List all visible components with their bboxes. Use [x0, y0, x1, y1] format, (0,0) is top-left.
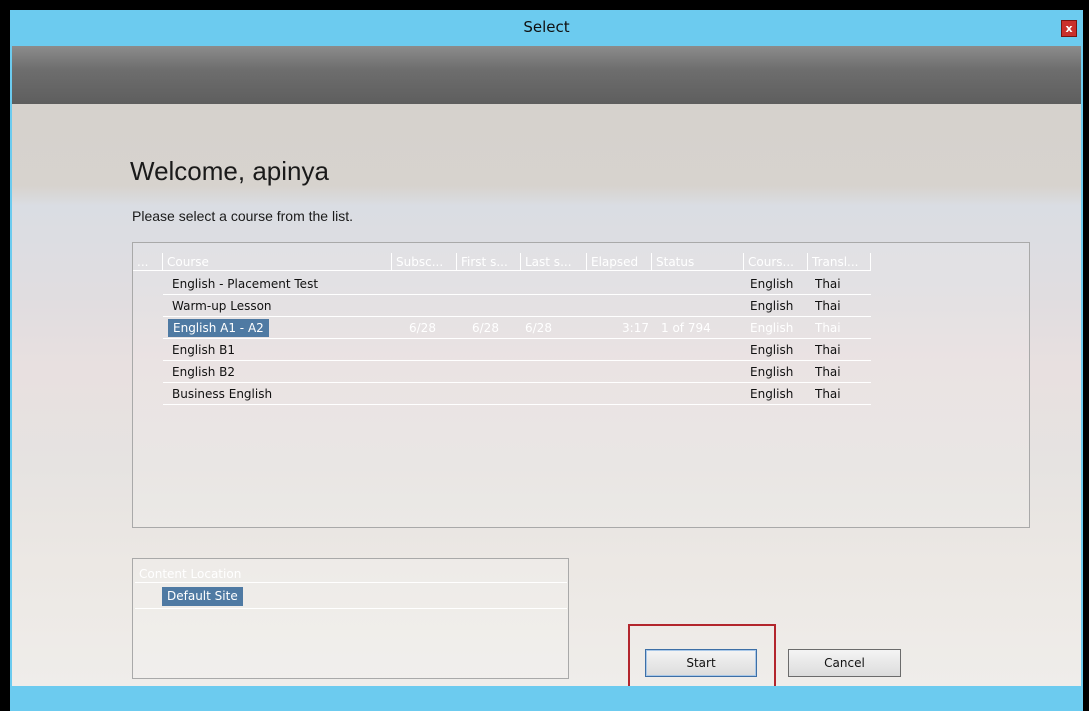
table-row[interactable]: Warm-up Lesson English Thai	[133, 296, 1029, 316]
column-header-translation[interactable]: Transl...	[808, 253, 871, 271]
course-language-cell: English	[750, 365, 794, 379]
row-divider	[163, 360, 871, 361]
window-title: Select	[523, 18, 570, 36]
last-session-cell: 6/28	[525, 321, 552, 335]
subscribed-cell: 6/28	[409, 321, 436, 335]
course-name-cell: English B1	[172, 343, 236, 357]
translation-cell: Thai	[815, 321, 841, 335]
first-session-cell: 6/28	[472, 321, 499, 335]
content-location-header: Content Location	[135, 565, 567, 583]
translation-cell: Thai	[815, 277, 841, 291]
table-row[interactable]: English B1 English Thai	[133, 340, 1029, 360]
course-language-cell: English	[750, 343, 794, 357]
start-button[interactable]: Start	[645, 649, 757, 677]
close-icon[interactable]: x	[1061, 20, 1077, 37]
course-list[interactable]: ... Course Subsc... First s... Last s...…	[132, 242, 1030, 528]
window-bottom-border	[10, 686, 1083, 711]
course-language-cell: English	[750, 387, 794, 401]
course-name-cell: Business English	[172, 387, 273, 401]
instruction-text: Please select a course from the list.	[132, 208, 353, 224]
select-window: Select x Welcome, apinya Please select a…	[0, 0, 1089, 711]
cancel-button[interactable]: Cancel	[788, 649, 901, 677]
status-cell: 1 of 794	[661, 321, 711, 335]
column-header-course-language[interactable]: Cours...	[744, 253, 808, 271]
translation-cell: Thai	[815, 365, 841, 379]
row-divider	[163, 294, 871, 295]
table-row-selected[interactable]: English A1 - A2 6/28 6/28 6/28 3:17 1 of…	[133, 318, 1029, 338]
course-name-cell: English - Placement Test	[172, 277, 319, 291]
content-location-list[interactable]: Content Location Default Site	[132, 558, 569, 679]
column-header-last-session[interactable]: Last s...	[521, 253, 587, 271]
column-header-subscribed[interactable]: Subsc...	[392, 253, 457, 271]
course-name-cell: English A1 - A2	[168, 319, 269, 337]
course-language-cell: English	[750, 321, 794, 335]
table-row[interactable]: Business English English Thai	[133, 384, 1029, 404]
course-language-cell: English	[750, 277, 794, 291]
column-header-elapsed[interactable]: Elapsed	[587, 253, 652, 271]
translation-cell: Thai	[815, 299, 841, 313]
content-location-item-default-site[interactable]: Default Site	[162, 587, 243, 606]
column-header-course[interactable]: Course	[163, 253, 392, 271]
course-name-cell: English B2	[172, 365, 236, 379]
column-header-first-session[interactable]: First s...	[457, 253, 521, 271]
header-band	[12, 46, 1081, 104]
welcome-heading: Welcome, apinya	[130, 156, 329, 186]
column-header-status[interactable]: Status	[652, 253, 744, 271]
row-divider	[135, 608, 567, 609]
row-divider	[163, 338, 871, 339]
translation-cell: Thai	[815, 387, 841, 401]
column-header-index[interactable]: ...	[133, 253, 163, 271]
elapsed-cell: 3:17	[622, 321, 649, 335]
table-row[interactable]: English B2 English Thai	[133, 362, 1029, 382]
row-divider	[163, 316, 871, 317]
table-row[interactable]: English - Placement Test English Thai	[133, 274, 1029, 294]
row-divider	[163, 382, 871, 383]
title-bar[interactable]: Select x	[10, 10, 1083, 46]
translation-cell: Thai	[815, 343, 841, 357]
course-name-cell: Warm-up Lesson	[172, 299, 272, 313]
row-divider	[163, 404, 871, 405]
dialog-body: Welcome, apinya Please select a course f…	[10, 46, 1083, 692]
course-language-cell: English	[750, 299, 794, 313]
